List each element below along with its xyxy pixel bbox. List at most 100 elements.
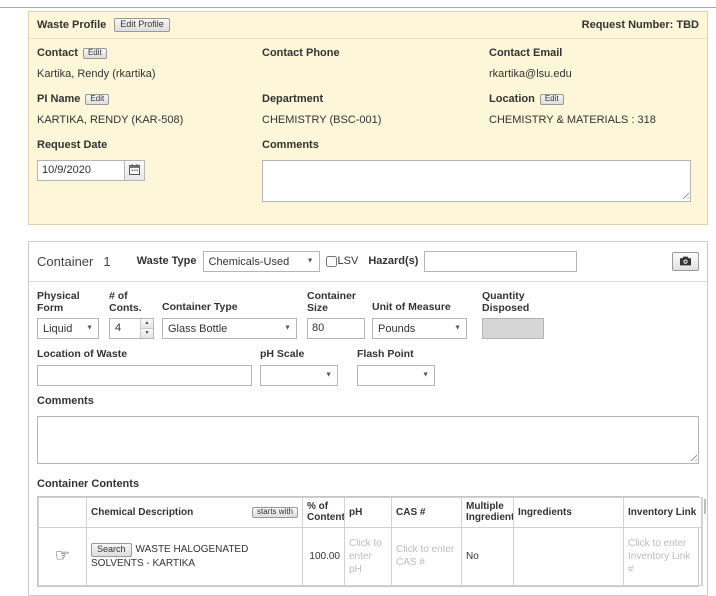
contact-phone-value [262, 68, 489, 81]
request-number-label: Request Number: [582, 19, 674, 31]
flash-point-select[interactable]: ▼ [357, 365, 435, 386]
location-of-waste-input[interactable] [37, 365, 252, 386]
waste-profile-header: Waste Profile Edit Profile Request Numbe… [29, 12, 707, 39]
department-value: CHEMISTRY (BSC-001) [262, 114, 489, 127]
num-conts-stepper[interactable]: 4 ▲ ▼ [109, 318, 154, 339]
lsv-label: LSV [338, 255, 359, 267]
edit-location-button[interactable]: Edit [540, 94, 564, 105]
request-number-value: TBD [676, 19, 699, 31]
contact-email-label: Contact Email [489, 47, 562, 59]
ingredients-header: Ingredients [514, 497, 624, 527]
row-pointer-cell: ☞ [39, 527, 87, 585]
scrollbar-thumb[interactable] [704, 499, 706, 514]
request-date-input[interactable] [37, 160, 125, 181]
pointing-hand-icon[interactable]: ☞ [55, 546, 70, 565]
ph-placeholder[interactable]: Click to enter pH [349, 537, 387, 576]
table-scrollbar[interactable] [702, 497, 703, 586]
container-comments-textarea[interactable] [37, 416, 699, 464]
hazards-label: Hazard(s) [368, 255, 418, 267]
waste-type-select[interactable]: Chemicals-Used ▼ [203, 251, 320, 272]
container-size-input[interactable] [307, 318, 365, 339]
ph-scale-label: pH Scale [260, 348, 338, 361]
table-row: ☞ SearchWASTE HALOGENATED SOLVENTS - KAR… [39, 527, 702, 585]
multiple-ingredients-header: Multiple Ingredients [462, 497, 514, 527]
container-contents-label: Container Contents [37, 478, 699, 490]
ph-header: pH [345, 497, 392, 527]
cas-header: CAS # [392, 497, 462, 527]
department-group: Department CHEMISTRY (BSC-001) [262, 93, 489, 127]
quantity-disposed-input [482, 318, 544, 339]
ph-scale-select[interactable]: ▼ [260, 365, 338, 386]
ingredients-cell [514, 527, 624, 585]
contact-phone-label: Contact Phone [262, 47, 340, 59]
search-button[interactable]: Search [91, 543, 132, 557]
location-value: CHEMISTRY & MATERIALS : 318 [489, 114, 699, 127]
chemical-description-cell: SearchWASTE HALOGENATED SOLVENTS - KARTI… [87, 527, 303, 585]
starts-with-button[interactable]: starts with [252, 507, 298, 518]
waste-profile-panel: Waste Profile Edit Profile Request Numbe… [28, 11, 708, 225]
container-type-select[interactable]: Glass Bottle ▼ [162, 318, 297, 339]
container-title: Container1 [37, 254, 111, 269]
contact-phone-group: Contact Phone [262, 47, 489, 81]
contact-group: Contact Edit Kartika, Rendy (rkartika) [37, 47, 262, 81]
chemical-description-header: Chemical Description starts with [87, 497, 303, 527]
request-date-group: Request Date [37, 139, 262, 202]
profile-comments-textarea[interactable] [262, 160, 691, 202]
container-form: Physical Form Liquid ▼ # of Conts. 4 ▲ ▼ [29, 282, 707, 595]
waste-profile-fields: Contact Edit Kartika, Rendy (rkartika) C… [29, 39, 707, 224]
chevron-down-icon: ▼ [454, 325, 461, 332]
chevron-down-icon: ▼ [86, 325, 93, 332]
ph-cell[interactable]: Click to enter pH [345, 527, 392, 585]
container-header: Container1 Waste Type Chemicals-Used ▼ L… [29, 242, 707, 282]
department-label: Department [262, 93, 323, 105]
num-conts-label: # of Conts. [109, 290, 154, 314]
multiple-ingredients-cell: No [462, 527, 514, 585]
chevron-down-icon: ▼ [325, 372, 332, 379]
pi-name-label: PI Name [37, 93, 80, 105]
waste-profile-title: Waste Profile [37, 19, 106, 31]
inventory-link-cell[interactable]: Click to enter Inventory Link # [624, 527, 702, 585]
container-number: 1 [103, 254, 110, 269]
request-date-label: Request Date [37, 139, 107, 151]
calendar-icon [129, 163, 140, 178]
camera-icon [679, 254, 692, 269]
cas-placeholder[interactable]: Click to enter CAS # [396, 543, 457, 569]
chevron-down-icon: ▼ [284, 325, 291, 332]
cas-cell[interactable]: Click to enter CAS # [392, 527, 462, 585]
calendar-button[interactable] [124, 160, 145, 181]
camera-button[interactable] [672, 252, 699, 271]
contact-email-group: Contact Email rkartika@lsu.edu [489, 47, 699, 81]
location-group: Location Edit CHEMISTRY & MATERIALS : 31… [489, 93, 699, 127]
contact-value: Kartika, Rendy (rkartika) [37, 68, 262, 81]
physical-form-label: Physical Form [37, 290, 99, 314]
lsv-checkbox[interactable] [326, 256, 337, 267]
container-panel: Container1 Waste Type Chemicals-Used ▼ L… [28, 241, 708, 596]
container-size-label: Container Size [307, 290, 365, 314]
edit-contact-button[interactable]: Edit [83, 48, 107, 59]
location-label: Location [489, 93, 535, 105]
contact-label: Contact [37, 47, 78, 59]
physical-form-select[interactable]: Liquid ▼ [37, 318, 99, 339]
stepper-down-icon[interactable]: ▼ [141, 328, 153, 338]
edit-pi-button[interactable]: Edit [85, 94, 109, 105]
unit-of-measure-label: Unit of Measure [372, 301, 467, 314]
top-divider [0, 0, 716, 8]
table-header-row: Chemical Description starts with % of Co… [39, 497, 702, 527]
unit-of-measure-select[interactable]: Pounds ▼ [372, 318, 467, 339]
container-comments-label: Comments [37, 395, 699, 408]
hazards-input[interactable] [424, 251, 577, 272]
inventory-link-header: Inventory Link [624, 497, 702, 527]
contact-email-value: rkartika@lsu.edu [489, 68, 699, 81]
container-comments-group: Comments [37, 395, 699, 464]
profile-comments-label: Comments [262, 139, 319, 151]
inventory-link-placeholder[interactable]: Click to enter Inventory Link # [628, 537, 697, 576]
stepper-up-icon[interactable]: ▲ [141, 319, 153, 328]
chevron-down-icon: ▼ [422, 372, 429, 379]
edit-profile-button[interactable]: Edit Profile [114, 18, 170, 32]
quantity-disposed-label: Quantity Disposed [482, 290, 544, 314]
container-type-label: Container Type [162, 301, 297, 314]
pi-name-group: PI Name Edit KARTIKA, RENDY (KAR-508) [37, 93, 262, 127]
chevron-down-icon: ▼ [307, 258, 314, 265]
page: Waste Profile Edit Profile Request Numbe… [0, 8, 716, 596]
profile-comments-group: Comments [262, 139, 699, 202]
